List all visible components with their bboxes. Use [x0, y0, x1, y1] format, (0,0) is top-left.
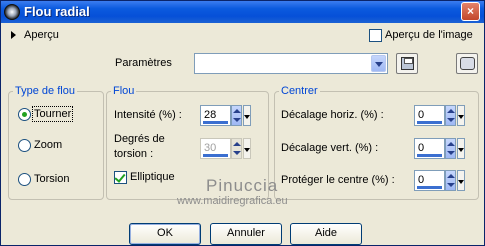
radio-zoom-label[interactable]: Zoom: [34, 139, 62, 151]
preview-section-label[interactable]: Aperçu: [24, 29, 59, 41]
preset-tools-icon: [460, 57, 475, 70]
title-bar[interactable]: Flou radial ×: [1, 1, 484, 23]
radio-torsion-label[interactable]: Torsion: [34, 173, 69, 185]
chevron-down-icon[interactable]: [243, 138, 251, 159]
radio-torsion[interactable]: [18, 173, 31, 186]
vertical-offset-input[interactable]: 0: [414, 138, 445, 159]
spin-arrows-icon[interactable]: [231, 105, 242, 126]
horizontal-offset-input[interactable]: 0: [414, 105, 445, 126]
intensity-label: Intensité (%) :: [114, 109, 182, 121]
intensity-input[interactable]: 28: [200, 105, 231, 126]
close-button[interactable]: ×: [461, 2, 480, 21]
blur-legend: Flou: [113, 85, 135, 97]
save-preset-button[interactable]: [396, 53, 418, 74]
chevron-down-icon[interactable]: [243, 105, 251, 126]
torsion-label-line1: Degrés de: [114, 133, 165, 145]
expand-preview-icon[interactable]: [11, 31, 16, 39]
vertical-offset-label: Décalage vert. (%) :: [281, 142, 379, 154]
spin-arrows-icon[interactable]: [445, 138, 456, 159]
radial-blur-icon: [4, 4, 20, 20]
spin-arrows-icon[interactable]: [231, 138, 242, 159]
vertical-offset-stepper[interactable]: 0: [414, 138, 465, 159]
save-disk-icon: [401, 57, 414, 70]
dialog-window: Flou radial × Aperçu Aperçu de l'image P…: [0, 0, 485, 246]
preview-image-checkbox[interactable]: [369, 29, 382, 42]
spin-arrows-icon[interactable]: [445, 105, 456, 126]
horizontal-offset-label: Décalage horiz. (%) :: [281, 109, 384, 121]
watermark-name: Pinuccia: [206, 176, 279, 195]
torsion-label-line2: torsion :: [114, 148, 154, 160]
elliptical-checkbox[interactable]: [114, 171, 127, 184]
torsion-input[interactable]: 30: [200, 138, 231, 159]
chevron-down-icon[interactable]: [457, 105, 465, 126]
intensity-stepper[interactable]: 28: [200, 105, 251, 126]
ok-button[interactable]: OK: [129, 223, 201, 245]
spin-arrows-icon[interactable]: [445, 170, 456, 191]
radio-tourner-label[interactable]: Tourner: [31, 106, 74, 122]
chevron-down-icon[interactable]: [457, 138, 465, 159]
chevron-down-icon[interactable]: [457, 170, 465, 191]
cancel-button[interactable]: Annuler: [210, 223, 282, 245]
elliptical-label[interactable]: Elliptique: [130, 171, 175, 183]
watermark-url: www.maidiregrafica.eu: [177, 195, 288, 207]
preview-image-label[interactable]: Aperçu de l'image: [385, 29, 473, 41]
torsion-stepper[interactable]: 30: [200, 138, 251, 159]
protect-center-label: Protéger le centre (%) :: [281, 174, 395, 186]
radio-zoom[interactable]: [18, 139, 31, 152]
protect-center-input[interactable]: 0: [414, 170, 445, 191]
blur-type-legend: Type de flou: [15, 85, 75, 97]
presets-dropdown[interactable]: [194, 53, 388, 74]
horizontal-offset-stepper[interactable]: 0: [414, 105, 465, 126]
help-button[interactable]: Aide: [290, 223, 362, 245]
center-legend: Centrer: [281, 85, 318, 97]
protect-center-stepper[interactable]: 0: [414, 170, 465, 191]
preset-tools-button[interactable]: [456, 53, 478, 74]
radio-tourner[interactable]: [18, 108, 31, 121]
chevron-down-icon[interactable]: [371, 55, 386, 72]
window-title: Flou radial: [24, 4, 90, 19]
presets-label: Paramètres: [115, 57, 172, 69]
